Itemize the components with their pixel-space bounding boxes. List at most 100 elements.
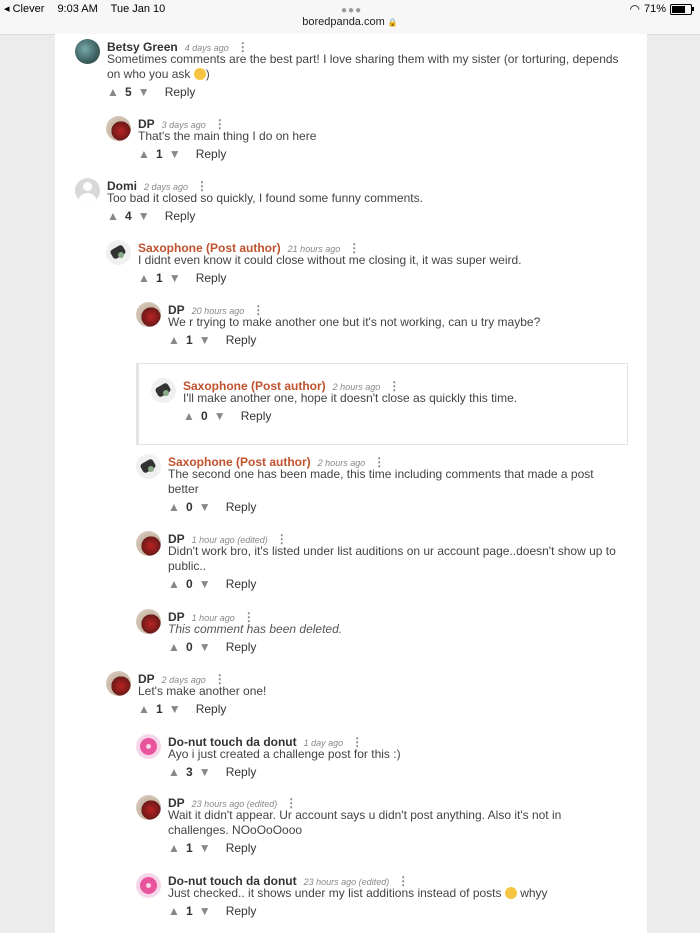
down-arrow-icon[interactable]: ▼ (198, 640, 212, 654)
status-right: ◠ 71% (629, 2, 694, 16)
comment-actions: ▲ 0 ▼ Reply (182, 409, 271, 423)
vote-score: 1 (186, 841, 193, 855)
avatar[interactable] (106, 671, 131, 696)
comment-actions: ▲ 4 ▼ Reply (106, 209, 195, 223)
avatar[interactable] (136, 873, 161, 898)
up-arrow-icon[interactable]: ▲ (167, 765, 181, 779)
reply-button[interactable]: Reply (196, 147, 227, 161)
comment-actions: ▲ 1 ▼ Reply (167, 904, 256, 918)
up-arrow-icon[interactable]: ▲ (137, 147, 151, 161)
comment-text-line: public.. (168, 559, 207, 573)
down-arrow-icon[interactable]: ▼ (198, 500, 212, 514)
down-arrow-icon[interactable]: ▼ (198, 333, 212, 347)
comment-text: Let's make another one! (138, 684, 635, 699)
reply-button[interactable]: Reply (241, 409, 272, 423)
down-arrow-icon[interactable]: ▼ (168, 702, 182, 716)
down-arrow-icon[interactable]: ▼ (168, 147, 182, 161)
comment-actions: ▲ 0 ▼ Reply (167, 500, 256, 514)
down-arrow-icon[interactable]: ▼ (137, 209, 151, 223)
down-arrow-icon[interactable]: ▼ (198, 765, 212, 779)
comment-text-line: challenges. NOoOoOooo (168, 823, 303, 837)
comment-actions: ▲ 5 ▼ Reply (106, 85, 195, 99)
reply-button[interactable]: Reply (196, 271, 227, 285)
vote-score: 4 (125, 209, 132, 223)
vote-score: 1 (186, 333, 193, 347)
comment-text: Wait it didn't appear. Ur account says u… (168, 808, 635, 838)
vote-score: 0 (186, 500, 193, 514)
reply-button[interactable]: Reply (226, 765, 257, 779)
comment-actions: ▲ 1 ▼ Reply (137, 271, 226, 285)
tab-options-icon[interactable]: ●●● (341, 5, 362, 16)
status-date: Tue Jan 10 (110, 3, 166, 15)
up-arrow-icon[interactable]: ▲ (167, 640, 181, 654)
wifi-icon: ◠ (629, 2, 640, 16)
up-arrow-icon[interactable]: ▲ (106, 85, 120, 99)
comment-actions: ▲ 1 ▼ Reply (137, 702, 226, 716)
vote-score: 1 (156, 271, 163, 285)
comment-text-line: Sometimes comments are the best part! I … (107, 52, 619, 66)
down-arrow-icon[interactable]: ▼ (198, 841, 212, 855)
avatar[interactable] (136, 531, 161, 556)
up-arrow-icon[interactable]: ▲ (137, 271, 151, 285)
up-arrow-icon[interactable]: ▲ (167, 333, 181, 347)
ios-status-bar: ◂ Clever 9:03 AM Tue Jan 10 ●●● boredpan… (0, 0, 700, 35)
comment-text: Too bad it closed so quickly, I found so… (107, 191, 635, 206)
avatar[interactable] (136, 302, 161, 327)
up-arrow-icon[interactable]: ▲ (182, 409, 196, 423)
comment-actions: ▲ 1 ▼ Reply (137, 147, 226, 161)
reply-button[interactable]: Reply (226, 500, 257, 514)
avatar[interactable] (75, 178, 100, 203)
comment-text: Didn't work bro, it's listed under list … (168, 544, 635, 574)
status-time: 9:03 AM (57, 3, 98, 15)
comment-text-line: Ayo i just created a challenge post for … (168, 747, 401, 761)
back-to-app-link[interactable]: ◂ Clever (4, 3, 44, 15)
comment-text-line: Too bad it closed so quickly, I found so… (107, 191, 423, 205)
up-arrow-icon[interactable]: ▲ (167, 500, 181, 514)
up-arrow-icon[interactable]: ▲ (167, 841, 181, 855)
up-arrow-icon[interactable]: ▲ (137, 702, 151, 716)
reply-button[interactable]: Reply (165, 85, 196, 99)
up-arrow-icon[interactable]: ▲ (167, 904, 181, 918)
comment-text-line: We r trying to make another one but it's… (168, 315, 541, 329)
comment-text: That's the main thing I do on here (138, 129, 635, 144)
reply-button[interactable]: Reply (226, 577, 257, 591)
comment-actions: ▲ 1 ▼ Reply (167, 841, 256, 855)
comment-text: Ayo i just created a challenge post for … (168, 747, 635, 762)
comment-text: I didnt even know it could close without… (138, 253, 635, 268)
reply-button[interactable]: Reply (226, 333, 257, 347)
down-arrow-icon[interactable]: ▼ (137, 85, 151, 99)
comment-text: I'll make another one, hope it doesn't c… (183, 391, 635, 406)
vote-score: 1 (156, 702, 163, 716)
avatar[interactable] (151, 378, 176, 403)
down-arrow-icon[interactable]: ▼ (198, 904, 212, 918)
comment-text: The second one has been made, this time … (168, 467, 635, 497)
avatar[interactable] (136, 454, 161, 479)
avatar[interactable] (136, 609, 161, 634)
down-arrow-icon[interactable]: ▼ (213, 409, 227, 423)
reply-button[interactable]: Reply (165, 209, 196, 223)
comment-text: We r trying to make another one but it's… (168, 315, 635, 330)
reply-button[interactable]: Reply (226, 841, 257, 855)
comment-actions: ▲ 0 ▼ Reply (167, 577, 256, 591)
comment-text-line: Didn't work bro, it's listed under list … (168, 544, 616, 558)
crying-emoji-icon (504, 887, 517, 899)
avatar[interactable] (106, 240, 131, 265)
address-bar[interactable]: boredpanda.com 🔒 (0, 16, 700, 28)
vote-score: 0 (201, 409, 208, 423)
grinning-emoji-icon (193, 68, 206, 80)
reply-button[interactable]: Reply (226, 640, 257, 654)
reply-button[interactable]: Reply (196, 702, 227, 716)
avatar[interactable] (136, 734, 161, 759)
avatar[interactable] (136, 795, 161, 820)
down-arrow-icon[interactable]: ▼ (198, 577, 212, 591)
down-arrow-icon[interactable]: ▼ (168, 271, 182, 285)
status-left: ◂ Clever 9:03 AM Tue Jan 10 (4, 2, 175, 15)
avatar[interactable] (106, 116, 131, 141)
avatar[interactable] (75, 39, 100, 64)
comment-actions: ▲ 1 ▼ Reply (167, 333, 256, 347)
comment-text-line: Wait it didn't appear. Ur account says u… (168, 808, 562, 822)
up-arrow-icon[interactable]: ▲ (106, 209, 120, 223)
reply-button[interactable]: Reply (226, 904, 257, 918)
up-arrow-icon[interactable]: ▲ (167, 577, 181, 591)
comment-text-line: Let's make another one! (138, 684, 267, 698)
